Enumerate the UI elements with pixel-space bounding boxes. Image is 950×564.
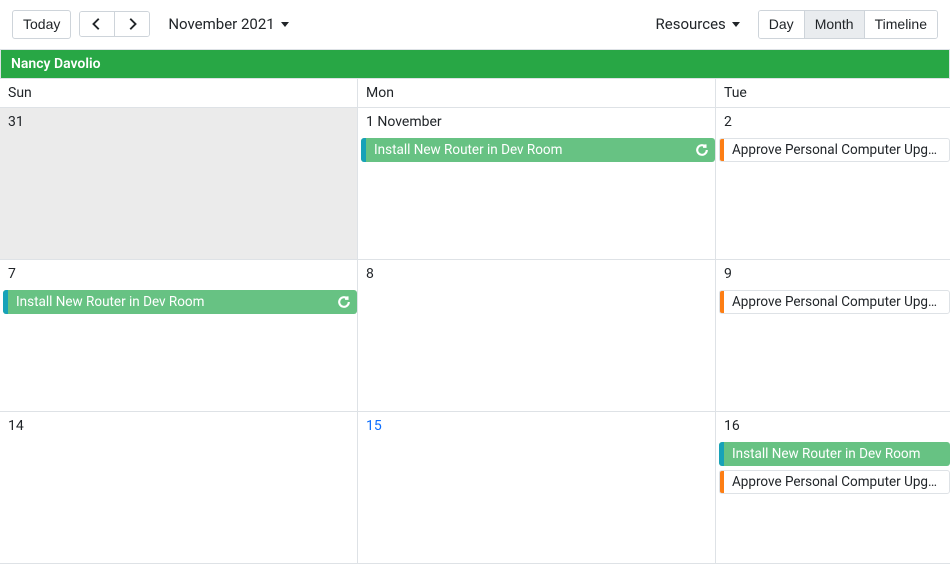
chevron-right-icon [125,17,139,31]
date-label[interactable]: 8 [364,264,709,288]
day-cell[interactable]: 1 November Install New Router in Dev Room [358,108,716,259]
prev-button[interactable] [80,12,114,36]
nav-arrows-group [79,11,150,37]
day-cell[interactable]: 9 Approve Personal Computer Upgrade Plan [716,260,950,411]
event-title: Install New Router in Dev Room [8,294,357,310]
recurring-icon [695,143,709,157]
date-label[interactable]: 1 November [364,112,709,136]
week-row: 7 Install New Router in Dev Room 89 Approve… [0,260,950,412]
chevron-left-icon [90,17,104,31]
day-cell[interactable]: 7 Install New Router in Dev Room [0,260,358,411]
week-row: 31 1 November Install New Router in Dev Ro… [0,108,950,260]
date-label[interactable]: 9 [722,264,944,288]
date-label[interactable]: 2 [722,112,944,136]
caret-down-icon [732,22,740,27]
recurring-icon [337,295,351,309]
scheduler-toolbar: Today November 2021 Resources Day Month … [0,0,950,49]
next-button[interactable] [114,12,149,36]
calendar-event[interactable]: Approve Personal Computer Upgrade Plan [719,290,950,314]
calendar-grid: Sun Mon Tue 31 1 November Install New Rout… [0,78,950,564]
event-title: Approve Personal Computer Upgrade Plan [724,294,949,310]
date-label[interactable]: 31 [6,112,351,136]
view-day-button[interactable]: Day [759,11,804,38]
day-header-sun: Sun [0,79,358,107]
event-title: Install New Router in Dev Room [724,446,950,462]
day-cell[interactable]: 2 Approve Personal Computer Upgrade Plan [716,108,950,259]
event-title: Install New Router in Dev Room [366,142,715,158]
caret-down-icon [281,22,289,27]
calendar-event[interactable]: Install New Router in Dev Room [361,138,715,162]
day-header-row: Sun Mon Tue [0,79,950,108]
month-picker-label: November 2021 [168,15,274,33]
date-label[interactable]: 14 [6,416,351,440]
day-cell[interactable]: 16 Install New Router in Dev Room Approve … [716,412,950,563]
calendar-event[interactable]: Install New Router in Dev Room [3,290,357,314]
date-label[interactable]: 16 [722,416,944,440]
day-header-tue: Tue [716,79,950,107]
day-header-mon: Mon [358,79,716,107]
day-cell[interactable]: 8 [358,260,716,411]
calendar-event[interactable]: Install New Router in Dev Room [719,442,950,466]
calendar-event[interactable]: Approve Personal Computer Upgrade Plan [719,138,950,162]
resources-label: Resources [656,15,726,33]
resources-dropdown[interactable]: Resources [656,15,740,33]
day-cell[interactable]: 15 [358,412,716,563]
view-switcher: Day Month Timeline [758,10,938,39]
event-title: Approve Personal Computer Upgrade Plan [724,142,949,158]
resource-header: Nancy Davolio [0,49,950,78]
date-label[interactable]: 7 [6,264,351,288]
date-label[interactable]: 15 [364,416,709,440]
day-cell[interactable]: 31 [0,108,358,259]
event-title: Approve Personal Computer Upgrade Plan [724,474,949,490]
week-row: 14 15 16 Install New Router in Dev Room Appr… [0,412,950,564]
today-button[interactable]: Today [12,10,71,39]
day-cell[interactable]: 14 [0,412,358,563]
month-picker[interactable]: November 2021 [168,15,288,33]
view-month-button[interactable]: Month [804,11,864,38]
view-timeline-button[interactable]: Timeline [864,11,937,38]
calendar-event[interactable]: Approve Personal Computer Upgrade Plan [719,470,950,494]
